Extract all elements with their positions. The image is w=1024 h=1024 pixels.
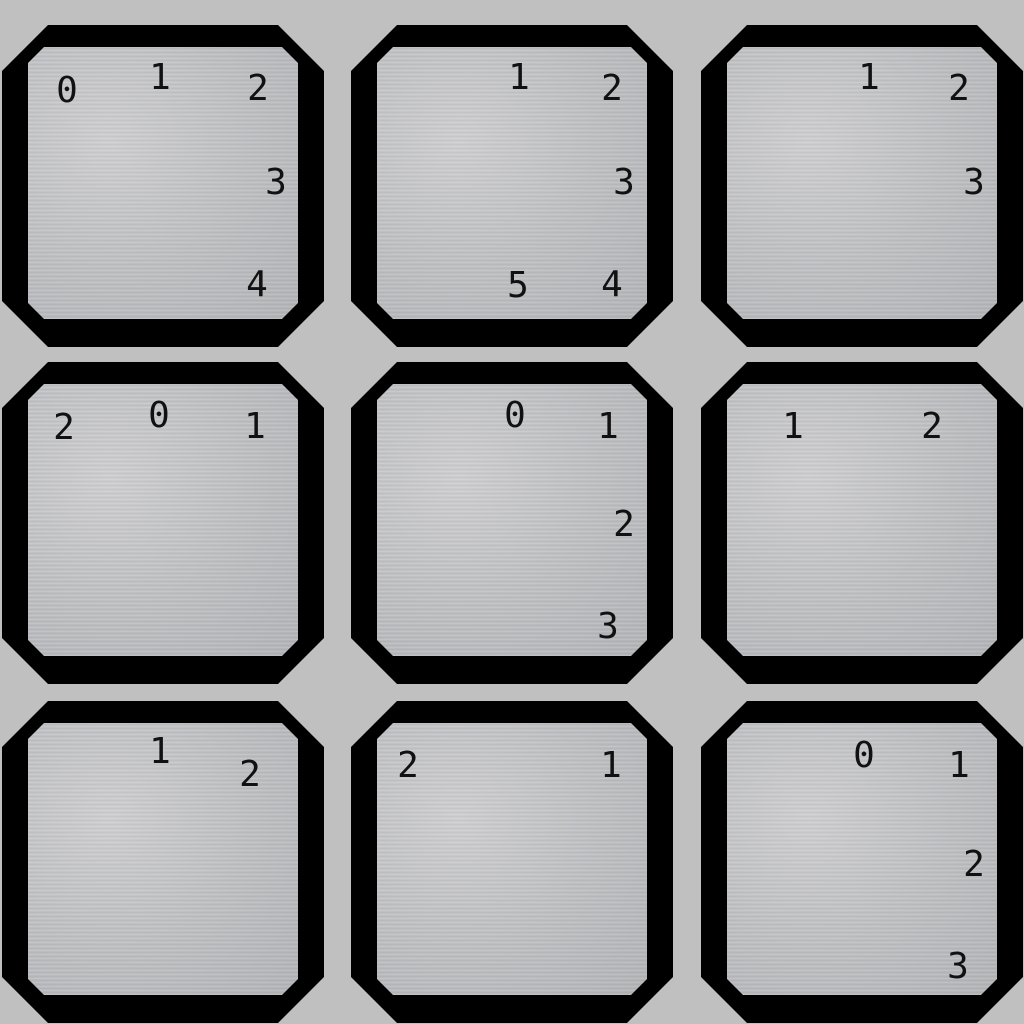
tile-number: 4: [601, 264, 623, 305]
tile-number: 4: [246, 264, 268, 305]
tile-6[interactable]: 1 2: [701, 362, 1023, 684]
tile-7[interactable]: 1 2: [2, 701, 324, 1023]
tile-number: 5: [507, 265, 529, 306]
tile-number: 3: [597, 606, 619, 647]
tile-number: 1: [149, 57, 171, 98]
tile-number: 1: [948, 745, 970, 786]
tile-1[interactable]: 0 1 2 3 4: [2, 25, 324, 347]
tile-number: 2: [53, 407, 75, 448]
tile-number: 1: [149, 731, 171, 772]
tile-number: 3: [613, 162, 635, 203]
tile-number: 2: [963, 844, 985, 885]
tile-number: 1: [782, 406, 804, 447]
tile-face: [727, 384, 997, 656]
tile-number: 2: [613, 504, 635, 545]
tile-number: 2: [601, 68, 623, 109]
tile-2[interactable]: 1 2 3 5 4: [351, 25, 673, 347]
tile-number: 2: [247, 68, 269, 109]
tile-number: 1: [858, 57, 880, 98]
tile-number: 2: [948, 68, 970, 109]
tile-number: 0: [853, 735, 875, 776]
tile-number: 0: [148, 395, 170, 436]
tile-number: 3: [963, 162, 985, 203]
puzzle-board: 0 1 2 3 4 1 2 3 5 4 1 2 3 2 0 1 0 1 2 3 …: [0, 0, 1024, 1024]
tile-number: 1: [244, 406, 266, 447]
tile-8[interactable]: 2 1: [351, 701, 673, 1023]
tile-number: 1: [597, 406, 619, 447]
tile-number: 3: [265, 162, 287, 203]
tile-number: 1: [508, 57, 530, 98]
tile-5[interactable]: 0 1 2 3: [351, 362, 673, 684]
tile-4[interactable]: 2 0 1: [2, 362, 324, 684]
tile-number: 0: [504, 395, 526, 436]
tile-number: 2: [397, 745, 419, 786]
tile-number: 2: [921, 406, 943, 447]
tile-number: 1: [600, 745, 622, 786]
tile-9[interactable]: 0 1 2 3: [701, 701, 1023, 1023]
tile-number: 3: [947, 946, 969, 987]
tile-3[interactable]: 1 2 3: [701, 25, 1023, 347]
tile-number: 0: [56, 70, 78, 111]
tile-number: 2: [239, 754, 261, 795]
